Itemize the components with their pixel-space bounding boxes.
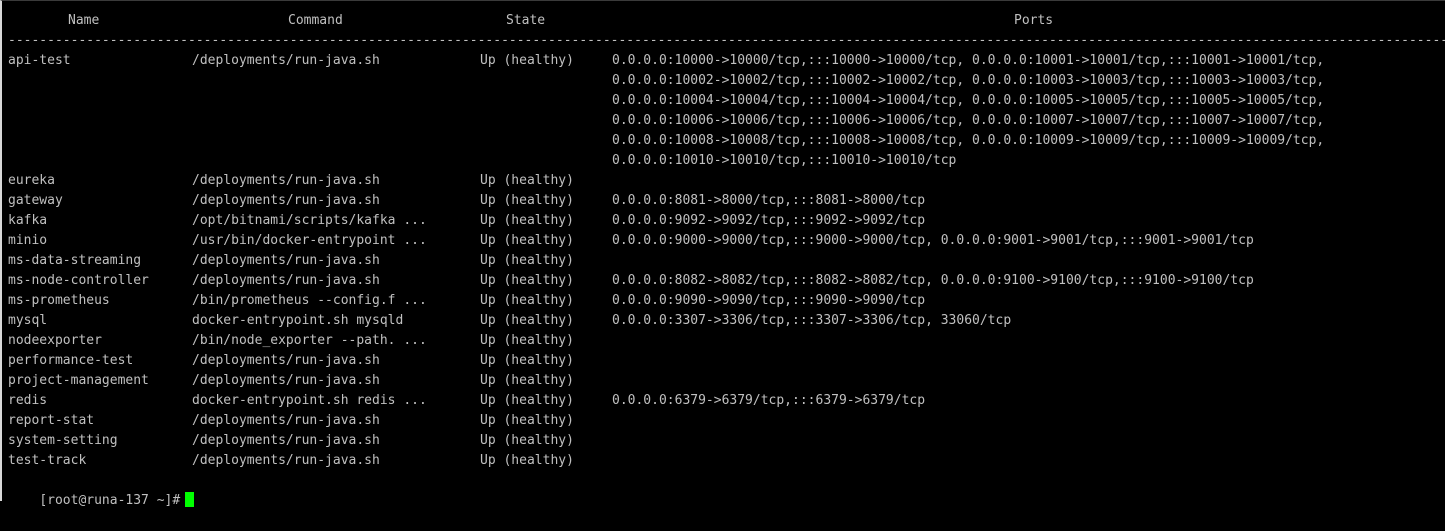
container-command: /deployments/run-java.sh xyxy=(192,453,380,468)
container-command: docker-entrypoint.sh redis ... xyxy=(192,393,427,408)
container-name: ms-prometheus xyxy=(8,293,110,308)
container-ports: 0.0.0.0:9092->9092/tcp,:::9092->9092/tcp xyxy=(612,213,926,228)
container-ports: 0.0.0.0:9090->9090/tcp,:::9090->9090/tcp xyxy=(612,293,926,308)
container-command: /opt/bitnami/scripts/kafka ... xyxy=(192,213,427,228)
container-name: report-stat xyxy=(8,413,95,428)
container-ports: 0.0.0.0:10002->10002/tcp,:::10002->10002… xyxy=(612,73,1325,88)
container-name: mysql xyxy=(8,313,48,328)
container-ports: 0.0.0.0:9000->9000/tcp,:::9000->9000/tcp… xyxy=(612,233,1254,248)
shell-prompt: [root@runa-137 ~]# xyxy=(39,493,181,508)
container-state: Up (healthy) xyxy=(480,333,574,348)
header-separator: ----------------------------------------… xyxy=(8,33,1445,48)
container-state: Up (healthy) xyxy=(480,393,574,408)
container-state: Up (healthy) xyxy=(480,413,574,428)
container-ports: 0.0.0.0:8081->8000/tcp,:::8081->8000/tcp xyxy=(612,193,926,208)
container-name: project-management xyxy=(8,373,149,388)
container-state: Up (healthy) xyxy=(480,313,574,328)
shell-prompt-line[interactable]: [root@runa-137 ~]# xyxy=(8,471,195,508)
container-name: ms-node-controller xyxy=(8,273,149,288)
container-name: ms-data-streaming xyxy=(8,253,142,268)
container-state: Up (healthy) xyxy=(480,213,574,228)
container-command: /deployments/run-java.sh xyxy=(192,173,380,188)
container-name: redis xyxy=(8,393,48,408)
container-command: /deployments/run-java.sh xyxy=(192,433,380,448)
container-name: kafka xyxy=(8,213,48,228)
container-state: Up (healthy) xyxy=(480,233,574,248)
container-command: /deployments/run-java.sh xyxy=(192,193,380,208)
header-name: Name xyxy=(68,13,100,28)
container-state: Up (healthy) xyxy=(480,253,574,268)
header-ports: Ports xyxy=(1014,13,1054,28)
container-name: test-track xyxy=(8,453,87,468)
container-command: /deployments/run-java.sh xyxy=(192,253,380,268)
container-state: Up (healthy) xyxy=(480,453,574,468)
container-command: /deployments/run-java.sh xyxy=(192,373,380,388)
container-state: Up (healthy) xyxy=(480,193,574,208)
container-name: api-test xyxy=(8,53,71,68)
container-ports: 0.0.0.0:8082->8082/tcp,:::8082->8082/tcp… xyxy=(612,273,1254,288)
container-ports: 0.0.0.0:10010->10010/tcp,:::10010->10010… xyxy=(612,153,957,168)
container-command: /deployments/run-java.sh xyxy=(192,413,380,428)
container-command: /bin/node_exporter --path. ... xyxy=(192,333,427,348)
container-name: eureka xyxy=(8,173,55,188)
container-ports: 0.0.0.0:10004->10004/tcp,:::10004->10004… xyxy=(612,93,1325,108)
container-command: /deployments/run-java.sh xyxy=(192,53,380,68)
container-command: /usr/bin/docker-entrypoint ... xyxy=(192,233,427,248)
container-state: Up (healthy) xyxy=(480,353,574,368)
container-name: minio xyxy=(8,233,48,248)
container-state: Up (healthy) xyxy=(480,293,574,308)
container-state: Up (healthy) xyxy=(480,53,574,68)
container-name: nodeexporter xyxy=(8,333,102,348)
container-ports: 0.0.0.0:10006->10006/tcp,:::10006->10006… xyxy=(612,113,1325,128)
terminal-window[interactable]: Name Command State Ports ---------------… xyxy=(0,0,1445,508)
container-ports: 0.0.0.0:6379->6379/tcp,:::6379->6379/tcp xyxy=(612,393,926,408)
text-cursor xyxy=(185,492,195,507)
container-command: docker-entrypoint.sh mysqld xyxy=(192,313,404,328)
container-state: Up (healthy) xyxy=(480,173,574,188)
container-command: /deployments/run-java.sh xyxy=(192,273,380,288)
container-state: Up (healthy) xyxy=(480,273,574,288)
header-state: State xyxy=(506,13,546,28)
container-name: system-setting xyxy=(8,433,118,448)
container-state: Up (healthy) xyxy=(480,433,574,448)
container-command: /bin/prometheus --config.f ... xyxy=(192,293,427,308)
container-name: gateway xyxy=(8,193,63,208)
table-header: Name Command State Ports xyxy=(8,11,1053,31)
container-name: performance-test xyxy=(8,353,134,368)
container-ports: 0.0.0.0:10008->10008/tcp,:::10008->10008… xyxy=(612,133,1325,148)
container-ports: 0.0.0.0:10000->10000/tcp,:::10000->10000… xyxy=(612,53,1325,68)
header-command: Command xyxy=(288,13,343,28)
container-state: Up (healthy) xyxy=(480,373,574,388)
container-ports: 0.0.0.0:3307->3306/tcp,:::3307->3306/tcp… xyxy=(612,313,1012,328)
container-command: /deployments/run-java.sh xyxy=(192,353,380,368)
